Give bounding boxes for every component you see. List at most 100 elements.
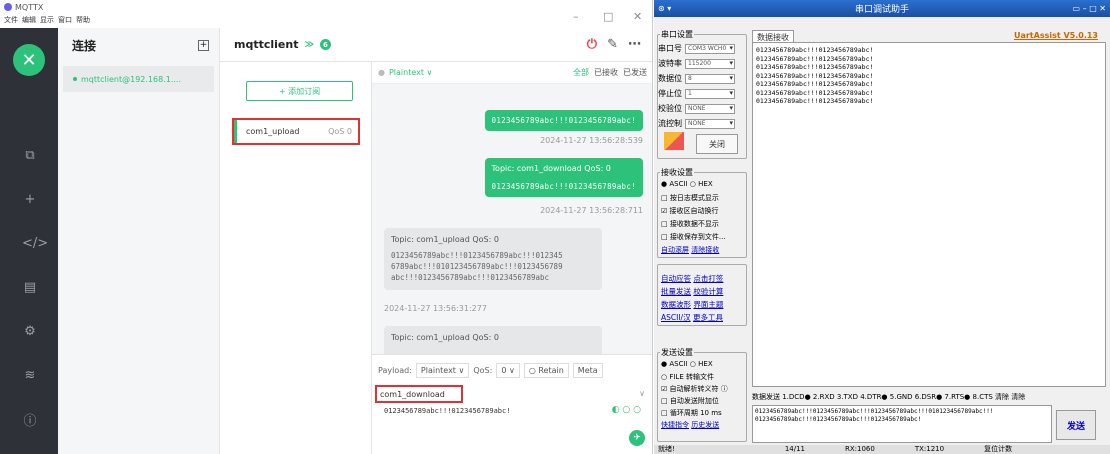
client-name: mqttclient bbox=[234, 38, 299, 51]
escape-checkbox[interactable]: ☑ 自动解析转义符 ⓘ bbox=[661, 384, 728, 394]
stopbits-row: 停止位 1 bbox=[658, 88, 735, 99]
history-link[interactable]: 历史发送 bbox=[691, 421, 719, 429]
close-icon[interactable]: ✕ bbox=[633, 10, 642, 23]
shortcuts-link[interactable]: 快捷指令 bbox=[661, 421, 689, 429]
filter-sent[interactable]: 已发送 bbox=[623, 67, 647, 78]
more-tools-link[interactable]: 更多工具 bbox=[693, 313, 723, 322]
message-text: 0123456789abc!!!0123456789abc! bbox=[491, 182, 636, 191]
payload-type-select[interactable]: Plaintext ∨ bbox=[415, 363, 470, 378]
minimize-icon[interactable]: – bbox=[573, 10, 579, 23]
log-icon[interactable]: ▤ bbox=[22, 280, 38, 295]
send-links: 快捷指令 历史发送 bbox=[661, 420, 719, 430]
recv-line: 0123456789abc!!!0123456789abc! bbox=[756, 54, 874, 63]
mqttx-logo-icon bbox=[4, 3, 12, 11]
window-controls[interactable]: ▭ – □ ✕ bbox=[1073, 4, 1106, 13]
info-icon[interactable]: ⓘ bbox=[22, 410, 38, 429]
log-mode-checkbox[interactable]: □ 按日志模式显示 bbox=[661, 193, 719, 203]
connections-icon[interactable]: ⧉ bbox=[22, 148, 38, 163]
payload-format-select[interactable]: Plaintext ∨ bbox=[389, 68, 432, 77]
uart-menu-icon[interactable]: ⊛ ▾ bbox=[658, 4, 671, 13]
flow-select[interactable]: NONE bbox=[685, 118, 735, 129]
auto-wrap-checkbox[interactable]: ☑ 接收区自动换行 bbox=[661, 206, 719, 216]
edit-icon[interactable]: ✎ bbox=[607, 37, 618, 52]
auto-scroll-link[interactable]: 自动滚屏 bbox=[661, 246, 689, 254]
connections-title: 连接 bbox=[72, 38, 97, 53]
received-message: Topic: com1_upload QoS: 0 0123456789abc!… bbox=[384, 228, 602, 290]
connection-item[interactable]: mqttclient@192.168.1.... bbox=[63, 66, 214, 92]
file-radio[interactable]: ○ FILE 转输文件 bbox=[661, 372, 714, 382]
payload-label: Payload: bbox=[378, 366, 412, 375]
append-checkbox[interactable]: □ 自动发送附加位 bbox=[661, 396, 719, 406]
parity-row: 校验位 NONE bbox=[658, 103, 735, 114]
status-tx: TX:1210 bbox=[914, 445, 945, 453]
receive-area[interactable]: 0123456789abc!!!0123456789abc! 012345678… bbox=[752, 42, 1106, 387]
script-icon[interactable]: </> bbox=[22, 236, 48, 251]
message-topic: Topic: com1_upload QoS: 0 bbox=[391, 235, 499, 244]
uart-window: ⊛ ▾ 串口调试助手 ▭ – □ ✕ 串口设置 串口号COM3 WCH0 波特率… bbox=[654, 0, 1110, 454]
qos-select[interactable]: 0 ∨ bbox=[496, 363, 520, 378]
topic-input[interactable]: com1_download bbox=[375, 385, 463, 403]
feed-icon[interactable]: ≋ bbox=[22, 368, 38, 383]
serial-settings-label: 串口设置 bbox=[660, 29, 694, 40]
ascii-link[interactable]: ASCII/汉 bbox=[661, 313, 691, 322]
received-message: Topic: com1_upload QoS: 0 bbox=[384, 326, 602, 354]
status-bar: 就绪! 14/11 RX:1060 TX:1210 复位计数 bbox=[654, 445, 1110, 454]
maximize-icon[interactable]: □ bbox=[603, 10, 613, 23]
message-composer: Payload: Plaintext ∨ QoS: 0 ∨ ○ Retain M… bbox=[372, 354, 652, 454]
filter-all[interactable]: 全部 bbox=[573, 67, 589, 78]
save-to-file-checkbox[interactable]: □ 接收保存到文件... bbox=[661, 232, 726, 242]
history-nav-icon[interactable]: ◐ ○ ○ bbox=[612, 405, 641, 415]
retain-checkbox[interactable]: ○ Retain bbox=[523, 363, 569, 378]
message-list: ● Plaintext ∨ 全部 已接收 已发送 0123456789abc!!… bbox=[372, 62, 652, 354]
port-select[interactable]: COM3 WCH0 bbox=[685, 43, 735, 54]
chevron-double-down-icon[interactable]: ≫ bbox=[304, 40, 313, 50]
parity-select[interactable]: NONE bbox=[685, 103, 735, 114]
click-sign-link[interactable]: 点击打签 bbox=[693, 274, 723, 283]
send-button[interactable]: ✈ bbox=[629, 430, 645, 446]
menu-edit[interactable]: 编辑 bbox=[22, 15, 36, 25]
send-signal-bar: 数据发送 1.DCD● 2.RXD 3.TXD 4.DTR● 5.GND 6.D… bbox=[752, 393, 1026, 401]
baud-select[interactable]: 115200 bbox=[685, 58, 735, 69]
disconnect-icon[interactable]: ⏻ bbox=[587, 37, 597, 52]
menu-help[interactable]: 帮助 bbox=[76, 15, 90, 25]
subscription-item[interactable]: com1_upload QoS 0 bbox=[232, 118, 360, 145]
settings-icon[interactable]: ⚙ bbox=[22, 324, 38, 339]
new-connection-icon[interactable]: + bbox=[22, 192, 38, 207]
sent-message: 0123456789abc!!!0123456789abc! bbox=[484, 110, 643, 131]
waveform-link[interactable]: 数据波形 bbox=[661, 300, 691, 309]
status-rx: RX:1060 bbox=[845, 445, 875, 453]
status-count: 14/11 bbox=[784, 445, 805, 453]
reset-count-button[interactable]: 复位计数 bbox=[984, 445, 1012, 454]
payload-input[interactable]: 0123456789abc!!!0123456789abc! bbox=[384, 407, 510, 415]
databits-select[interactable]: 8 bbox=[685, 73, 735, 84]
hide-recv-checkbox[interactable]: □ 接收数据不显示 bbox=[661, 219, 719, 229]
add-subscription-button[interactable]: + 添加订阅 bbox=[246, 81, 353, 101]
send-input[interactable]: 0123456789abc!!!0123456789abc!!!01234567… bbox=[752, 405, 1052, 443]
meta-button[interactable]: Meta bbox=[572, 363, 603, 378]
message-topic: Topic: com1_upload QoS: 0 bbox=[391, 333, 499, 342]
close-port-button[interactable]: 关闭 bbox=[696, 134, 738, 154]
message-time: 2024-11-27 13:56:28:539 bbox=[540, 136, 643, 145]
version-label[interactable]: UartAssist V5.0.13 bbox=[1014, 31, 1098, 40]
batch-send-link[interactable]: 批量发送 bbox=[661, 287, 691, 296]
menu-view[interactable]: 显示 bbox=[40, 15, 54, 25]
loop-checkbox[interactable]: □ 循环周期 10 ms bbox=[661, 408, 722, 418]
send-ascii-hex-radio[interactable]: ● ASCII ○ HEX bbox=[661, 360, 713, 368]
recv-ascii-hex-radio[interactable]: ● ASCII ○ HEX bbox=[661, 180, 713, 188]
format-dot-icon: ● bbox=[378, 68, 385, 77]
left-nav: ✕ ⧉ + </> ▤ ⚙ ≋ ⓘ bbox=[0, 28, 58, 454]
checksum-link[interactable]: 校验计算 bbox=[693, 287, 723, 296]
filter-received[interactable]: 已接收 bbox=[594, 67, 618, 78]
menu-file[interactable]: 文件 bbox=[4, 15, 18, 25]
uart-send-button[interactable]: 发送 bbox=[1056, 410, 1096, 440]
chevron-down-icon[interactable]: ∨ bbox=[639, 389, 645, 398]
auto-reply-link[interactable]: 自动应答 bbox=[661, 274, 691, 283]
stopbits-select[interactable]: 1 bbox=[685, 88, 735, 99]
more-icon[interactable]: ⋯ bbox=[628, 37, 641, 52]
subscription-topic: com1_upload bbox=[246, 127, 300, 136]
port-row: 串口号 COM3 WCH0 bbox=[658, 43, 735, 54]
menu-window[interactable]: 窗口 bbox=[58, 15, 72, 25]
add-connection-button[interactable]: + bbox=[198, 39, 209, 51]
clear-recv-link[interactable]: 清除接收 bbox=[691, 246, 719, 254]
theme-link[interactable]: 界面主题 bbox=[693, 300, 723, 309]
